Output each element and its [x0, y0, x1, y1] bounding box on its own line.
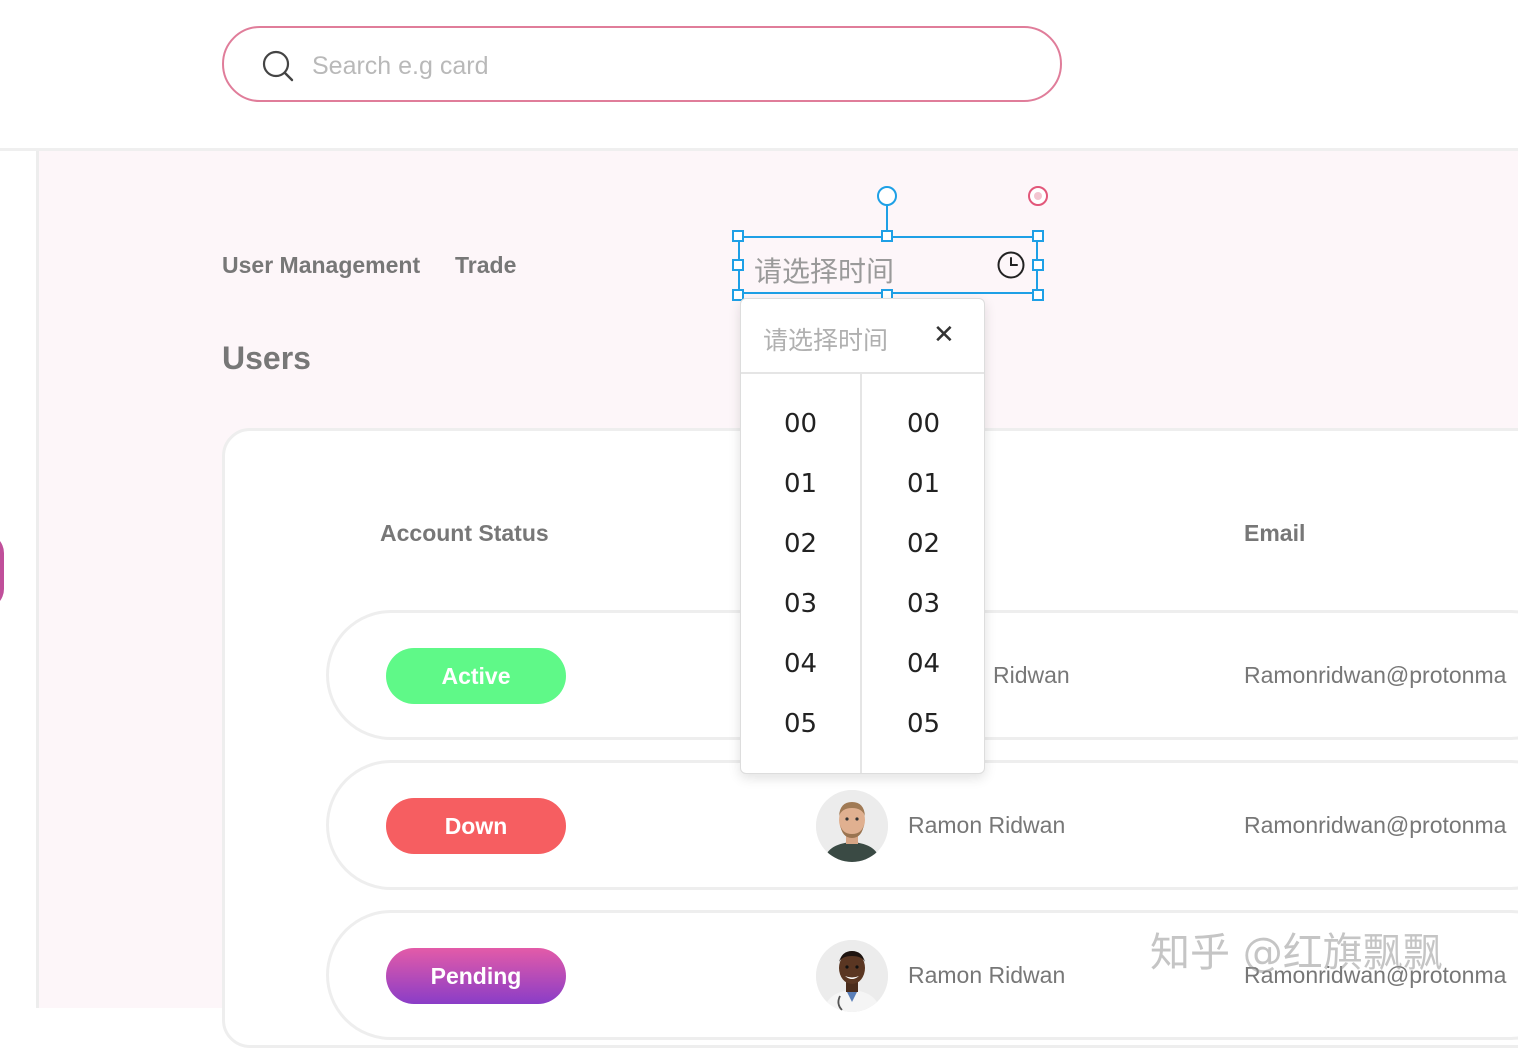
- minute-column[interactable]: 00 01 02 03 04 05: [863, 374, 984, 773]
- nav-trade[interactable]: Trade: [455, 252, 516, 279]
- sidebar: [0, 151, 36, 1008]
- hour-option[interactable]: 02: [741, 529, 860, 559]
- sidebar-divider: [36, 151, 39, 1008]
- close-icon[interactable]: ✕: [933, 321, 955, 349]
- minute-option[interactable]: 03: [863, 589, 984, 619]
- avatar-man-icon: [816, 790, 888, 862]
- time-picker-placeholder: 请选择时间: [763, 326, 889, 355]
- watermark: 知乎 @红旗飘飘: [1150, 930, 1443, 976]
- user-name: Ramon Ridwan: [908, 812, 1066, 838]
- time-picker-header: 请选择时间 ✕: [741, 299, 984, 374]
- search-input[interactable]: [310, 46, 1014, 86]
- avatar-doctor-icon: [816, 940, 888, 1012]
- minute-option[interactable]: 00: [863, 409, 984, 439]
- column-header-account-status: Account Status: [380, 520, 549, 546]
- resize-handle-bottom-right[interactable]: [1032, 289, 1044, 301]
- avatar: [816, 790, 888, 862]
- resize-handle-top-left[interactable]: [732, 230, 744, 242]
- user-name: Ramon Ridwan: [908, 962, 1066, 988]
- nav-user-management[interactable]: User Management: [222, 252, 420, 279]
- time-input[interactable]: 请选择时间: [738, 236, 1038, 294]
- user-name: Ridwan: [993, 662, 1070, 688]
- resize-handle-top-right[interactable]: [1032, 230, 1044, 242]
- minute-option[interactable]: 01: [863, 469, 984, 499]
- minute-option[interactable]: 02: [863, 529, 984, 559]
- avatar: [816, 940, 888, 1012]
- resize-handle-right[interactable]: [1032, 259, 1044, 271]
- status-badge-active[interactable]: Active: [386, 648, 566, 704]
- resize-handle-left[interactable]: [732, 259, 744, 271]
- status-badge-pending[interactable]: Pending: [386, 948, 566, 1004]
- delete-handle[interactable]: [1028, 186, 1048, 206]
- user-email: Ramonridwan@protonma: [1244, 662, 1507, 688]
- status-badge-down[interactable]: Down: [386, 798, 566, 854]
- minute-option[interactable]: 04: [863, 649, 984, 679]
- search-box[interactable]: [222, 26, 1062, 102]
- rotate-handle[interactable]: [877, 186, 897, 206]
- hour-option[interactable]: 04: [741, 649, 860, 679]
- resize-handle-top[interactable]: [881, 230, 893, 242]
- sidebar-active-indicator[interactable]: [0, 533, 4, 609]
- hour-option[interactable]: 03: [741, 589, 860, 619]
- time-picker-dropdown: 请选择时间 ✕ 00 01 02 03 04 05 00 01 02 03 04…: [740, 298, 985, 774]
- hour-option[interactable]: 01: [741, 469, 860, 499]
- clock-icon[interactable]: [996, 250, 1026, 280]
- time-input-placeholder: 请选择时间: [754, 255, 895, 288]
- minute-option[interactable]: 05: [863, 709, 984, 739]
- user-email: Ramonridwan@protonma: [1244, 812, 1507, 838]
- search-icon: [262, 50, 294, 82]
- page-title: Users: [222, 340, 311, 376]
- hour-option[interactable]: 05: [741, 709, 860, 739]
- column-header-email: Email: [1244, 520, 1306, 546]
- hour-column[interactable]: 00 01 02 03 04 05: [741, 374, 862, 773]
- top-bar: [0, 0, 1518, 148]
- hour-option[interactable]: 00: [741, 409, 860, 439]
